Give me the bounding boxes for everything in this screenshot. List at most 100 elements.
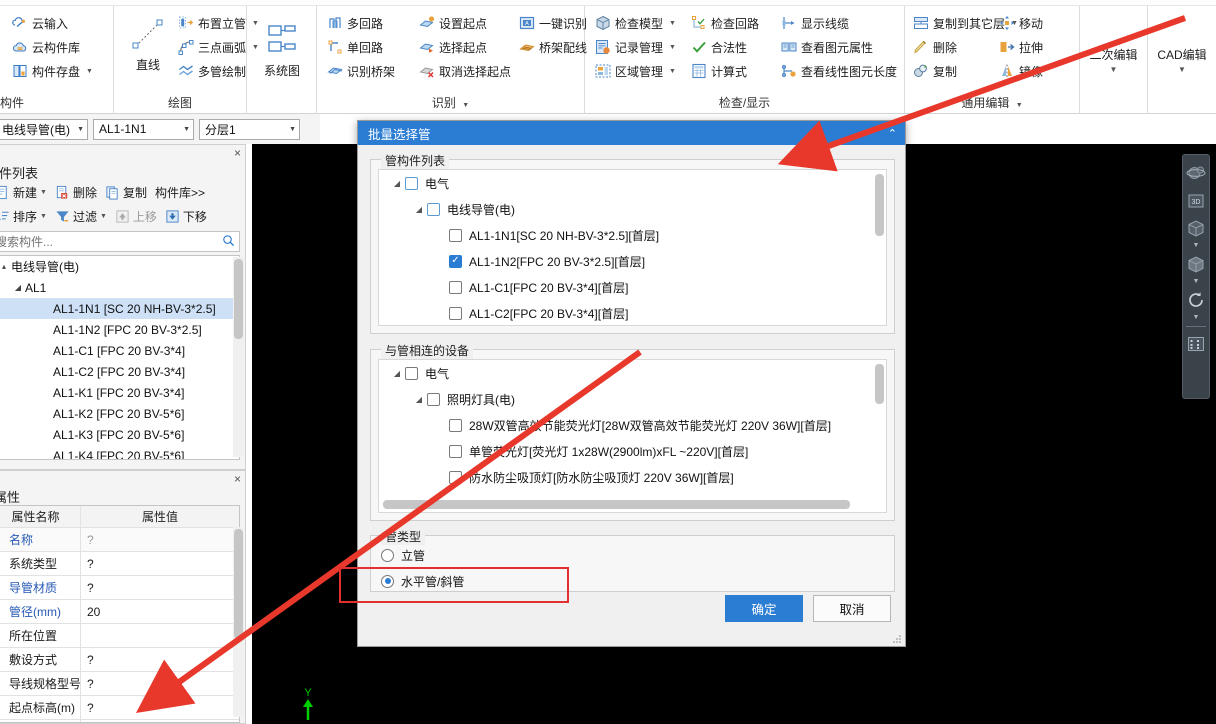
ribbon-item-multi-loop[interactable]: 多回路 [325,12,385,34]
ribbon-group-label[interactable]: 识别 ▼ [317,94,584,111]
component-type-combo[interactable]: 电线导管(电) ▼ [0,118,88,140]
ribbon-item-mirror[interactable]: 镜像 [997,60,1045,82]
scrollbar-thumb[interactable] [234,259,243,339]
filter-button[interactable]: 过滤 ▼ [52,205,110,227]
listbox-item[interactable]: ◢ 电线导管(电) [379,196,886,222]
search-input[interactable] [0,234,222,249]
component-tree[interactable]: ▴ 电线导管(电) ◢ AL1 AL1-1N1 [SC 20 NH-BV-3*2.5] A… [0,255,240,460]
box-view-solid-icon[interactable] [1184,251,1208,277]
ribbon-item-cancel-start-point[interactable]: 取消选择起点 [417,60,513,82]
tree-expander-icon[interactable]: ◢ [411,395,427,404]
chevron-down-icon[interactable]: ▼ [462,102,469,109]
delete-component-button[interactable]: 删除 [52,181,100,203]
ribbon-button-secondary-edit[interactable]: 二次编辑 ▼ [1080,6,1148,113]
orbit-icon[interactable] [1184,161,1208,187]
close-icon[interactable]: × [234,147,241,159]
chevron-up-icon[interactable]: ⌃ [888,127,897,140]
listbox-item[interactable]: AL1-1N2[FPC 20 BV-3*2.5][首层] [379,248,886,274]
ribbon-button-cad-edit[interactable]: CAD编辑 ▼ [1148,6,1216,113]
listbox-item[interactable]: 28W双管高效节能荧光灯[28W双管高效节能荧光灯 220V 36W][首层] [379,412,886,438]
listbox-item[interactable]: ◢ 电气 [379,360,886,386]
chevron-down-icon[interactable]: ▼ [40,213,47,220]
chevron-down-icon[interactable]: ▼ [1016,102,1023,109]
ribbon-item-formula[interactable]: 计算式 [689,60,749,82]
ribbon-item-view-linear-length[interactable]: 查看线性图元长度 [779,60,899,82]
component-tree-item[interactable]: AL1-K4 [FPC 20 BV-5*6] [0,445,239,460]
chevron-down-icon[interactable]: ▼ [1193,314,1200,322]
pipe-component-listbox[interactable]: ◢ 电气 ◢ 电线导管(电) AL1-1N1[SC 20 NH-BV-3*2.5][首层… [378,169,887,326]
property-row[interactable]: 导线规格型号? [0,672,239,696]
ribbon-item-one-click-recognize[interactable]: A 一键识别 [517,12,589,34]
chevron-down-icon[interactable]: ▼ [1110,65,1118,74]
property-row[interactable]: 所在位置 [0,624,239,648]
chevron-down-icon[interactable]: ▼ [100,213,107,220]
ribbon-item-cloud-library[interactable]: 云构件库 [10,36,82,58]
chevron-down-icon[interactable]: ▼ [1193,278,1200,286]
chevron-down-icon[interactable]: ▼ [86,68,93,75]
ribbon-item-multi-pipe-draw[interactable]: 多管绘制 [176,60,248,82]
ribbon-item-validity-check[interactable]: 合法性 [689,36,749,58]
property-value[interactable]: ? [81,528,239,551]
chevron-down-icon[interactable]: ▼ [1178,65,1186,74]
view-navigation-toolbar[interactable]: 3D ▼ ▼ ▼ [1182,154,1210,399]
tree-expander-icon[interactable]: ◢ [411,205,427,214]
component-tree-item[interactable]: AL1-K1 [FPC 20 BV-3*4] [0,382,239,403]
scrollbar-thumb[interactable] [234,529,243,639]
connected-devices-listbox[interactable]: ◢ 电气 ◢ 照明灯具(电) 28W双管高效节能荧光灯[28W双管高效节能荧光灯 220… [378,359,887,513]
listbox-item[interactable]: AL1-C2[FPC 20 BV-3*4][首层] [379,300,886,325]
radio-button[interactable] [381,574,394,588]
property-row[interactable]: 系统类型? [0,552,239,576]
search-component-box[interactable] [0,231,240,252]
property-row[interactable]: 导管材质? [0,576,239,600]
listbox-hscrollbar[interactable] [383,500,872,509]
properties-grid[interactable]: 属性名称 属性值 名称? 系统类型? 导管材质? 管径(mm) 20 所在位置 敷设方式? 导… [0,505,240,723]
ribbon-item-select-start-point[interactable]: 选择起点 [417,36,489,58]
move-up-button[interactable]: 上移 [112,205,160,227]
ribbon-item-stretch[interactable]: 拉伸 [997,36,1045,58]
resize-grip[interactable] [892,633,902,643]
chevron-down-icon[interactable]: ▼ [669,68,676,75]
property-value[interactable]: 20 [81,600,239,623]
property-row[interactable]: 敷设方式? [0,648,239,672]
new-component-button[interactable]: 新建 ▼ [0,181,50,203]
property-value[interactable]: ? [81,672,239,695]
listbox-item[interactable]: 单管荧光灯[荧光灯 1x28W(2900lm)xFL ~220V][首层] [379,438,886,464]
property-value[interactable]: ? [81,648,239,671]
tree-expander-icon[interactable]: ◢ [389,179,405,188]
component-tree-item[interactable]: ◢ AL1 [0,277,239,298]
circuit-combo[interactable]: AL1-1N1 ▼ [93,118,194,140]
cancel-button[interactable]: 取消 [813,595,891,622]
checkbox[interactable] [427,392,440,406]
tree-expander-icon[interactable]: ◢ [11,283,25,292]
checkbox[interactable] [405,176,418,190]
ribbon-item-check-loop[interactable]: 检查回路 [689,12,761,34]
property-value[interactable] [81,624,239,647]
property-value[interactable]: ? [81,696,239,719]
ribbon-item-area-manage[interactable]: 区域管理 ▼ [593,60,678,82]
checkbox[interactable] [449,306,462,320]
ok-button[interactable]: 确定 [725,595,803,622]
property-row[interactable]: 管径(mm) 20 [0,600,239,624]
listbox-item[interactable]: AL1-C1[FPC 20 BV-3*4][首层] [379,274,886,300]
dialog-title-bar[interactable]: 批量选择管 ⌃ [358,121,905,145]
ribbon-item-move[interactable]: 移动 [997,12,1045,34]
checkbox[interactable] [449,444,462,458]
chevron-down-icon[interactable]: ▼ [669,44,676,51]
checkbox[interactable] [405,366,418,380]
listbox-item[interactable]: ◢ 照明灯具(电) [379,386,886,412]
checkbox[interactable] [449,470,462,484]
ribbon-item-view-entity-property[interactable]: 查看图元属性 [779,36,875,58]
scrollbar-thumb[interactable] [383,500,850,509]
component-tree-scrollbar[interactable] [233,257,244,457]
component-tree-item[interactable]: ▴ 电线导管(电) [0,256,239,277]
ribbon-item-record-manage[interactable]: 记录管理 ▼ [593,36,678,58]
ribbon-item-system-diagram[interactable]: 系统图 [255,20,309,79]
checkbox[interactable] [427,202,440,216]
checkbox[interactable] [449,280,462,294]
box-view-icon[interactable] [1184,215,1208,241]
chevron-down-icon[interactable]: ▼ [71,126,84,133]
ribbon-item-recognize-tray[interactable]: 识别桥架 [325,60,397,82]
view-list-icon[interactable] [1184,331,1208,357]
chevron-down-icon[interactable]: ▼ [40,189,47,196]
listbox-scrollbar[interactable] [875,174,884,321]
